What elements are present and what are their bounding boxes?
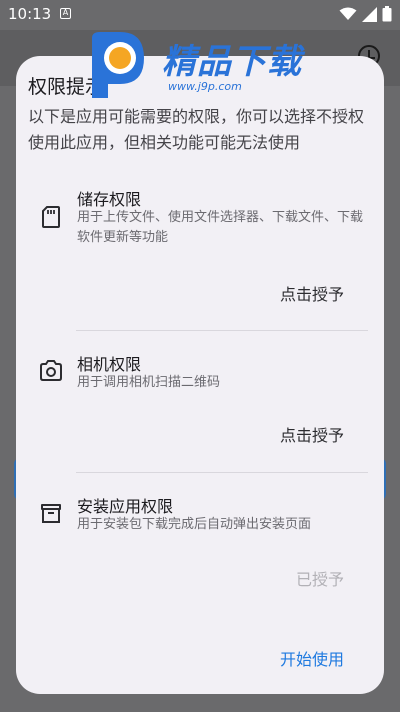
notification-icon: A [60,8,71,19]
permission-title: 储存权限 [77,190,142,209]
sd-card-icon [42,206,60,228]
divider [76,330,368,331]
start-using-button[interactable]: 开始使用 [280,646,344,670]
status-bar: 10:13 A [0,0,400,30]
permission-title: 安装应用权限 [77,497,174,516]
dialog-title: 权限提示 [28,76,105,98]
signal-icon [362,6,377,22]
status-indicators [339,6,392,22]
dialog-description: 以下是应用可能需要的权限，你可以选择不授权使用此应用，但相关功能可能无法使用 [28,107,365,152]
divider [76,472,368,473]
install-granted-label: 已授予 [295,570,344,589]
battery-icon [382,6,392,22]
wifi-icon [339,7,357,20]
permission-description: 用于调用相机扫描二维码 [77,375,221,390]
permission-title: 相机权限 [77,355,142,374]
package-icon [41,504,61,523]
grant-storage-button[interactable]: 点击授予 [280,281,344,305]
permission-description: 用于安装包下载完成后自动弹出安装页面 [77,517,312,532]
permission-description: 用于上传文件、使用文件选择器、下载文件、下载软件更新等功能 [77,210,364,245]
camera-icon [40,360,62,381]
permission-dialog: 权限提示 以下是应用可能需要的权限，你可以选择不授权使用此应用，但相关功能可能无… [16,56,384,694]
status-time: 10:13 [8,5,52,23]
grant-camera-button[interactable]: 点击授予 [280,422,344,446]
